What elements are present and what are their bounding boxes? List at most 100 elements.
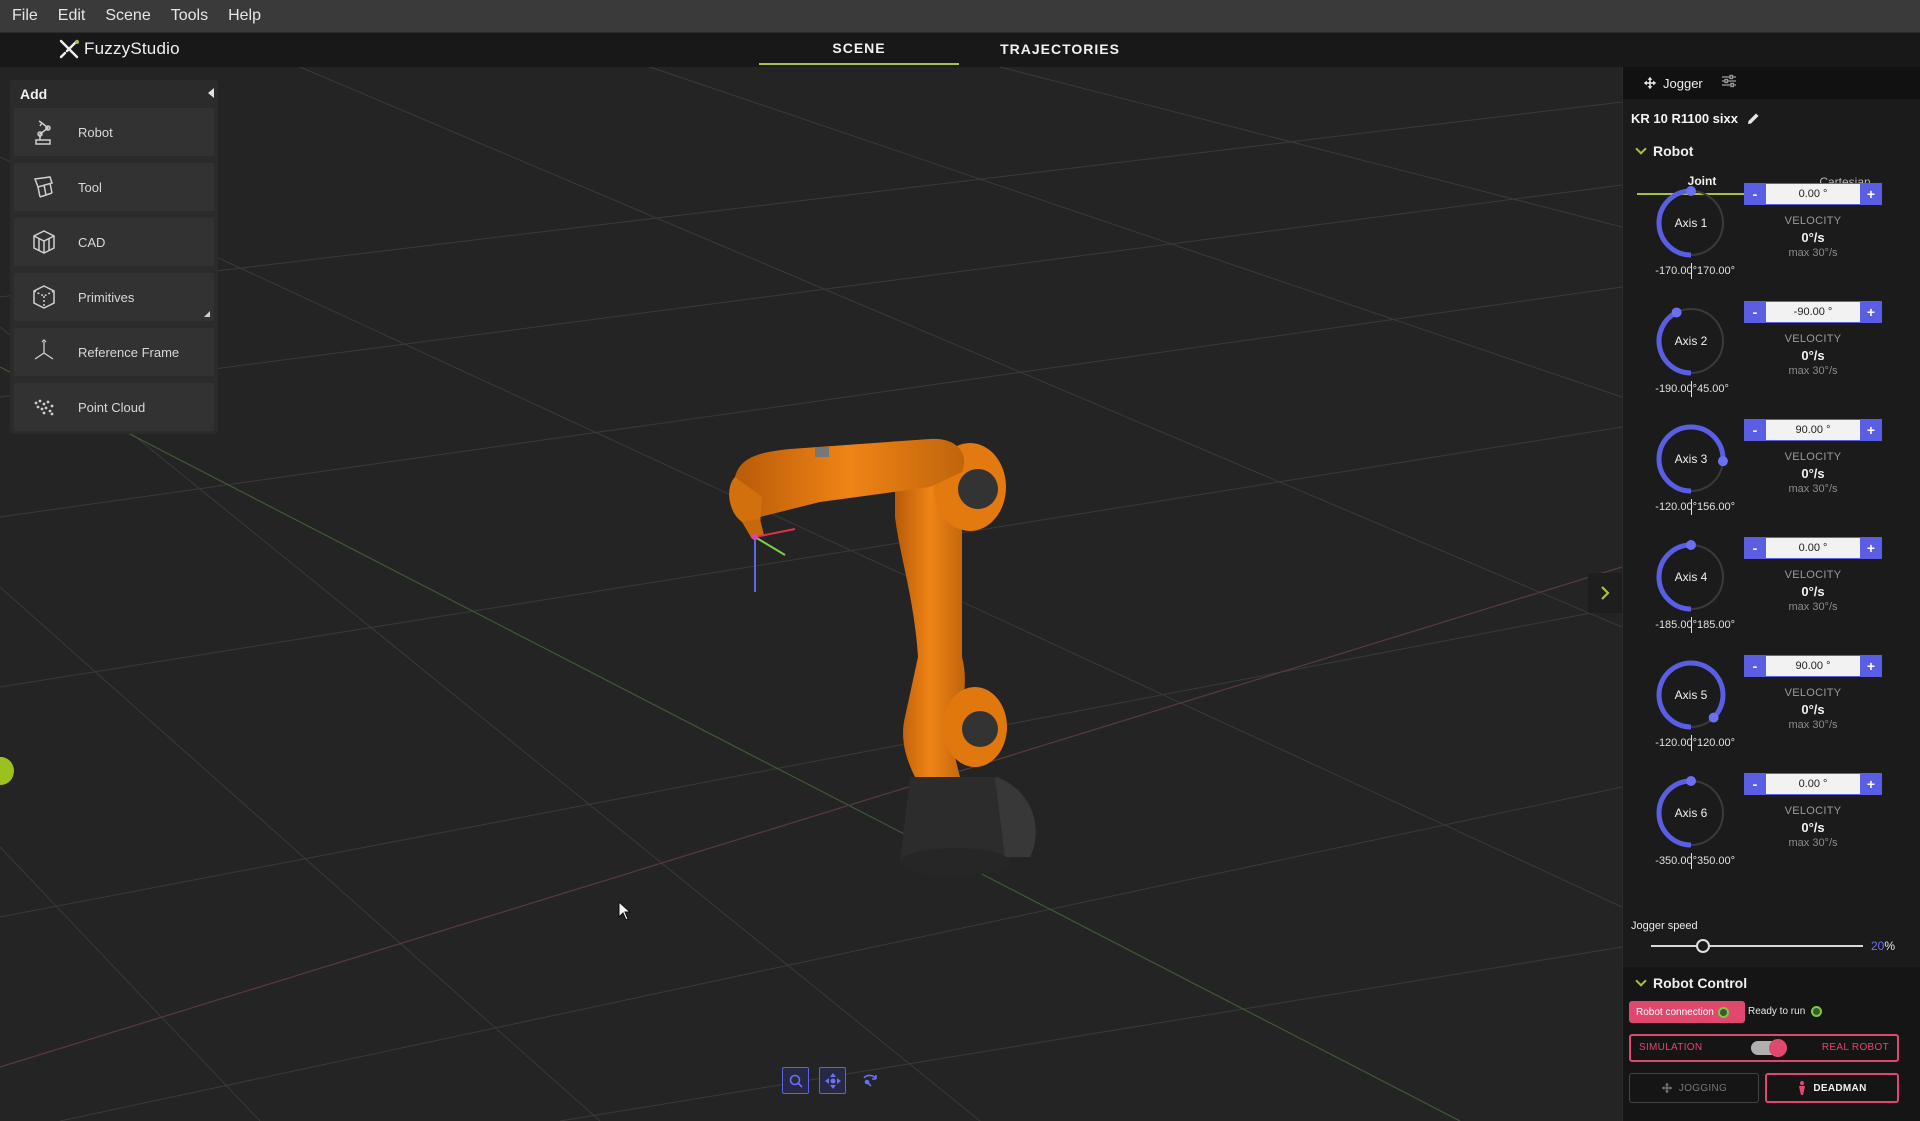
- axis-min-limit: -120.00°: [1655, 737, 1697, 749]
- robot-section-header[interactable]: Robot: [1635, 143, 1693, 159]
- robot-model[interactable]: [700, 357, 1060, 897]
- axis-max-limit: 45.00°: [1697, 383, 1729, 395]
- menu-edit[interactable]: Edit: [58, 7, 86, 25]
- tab-scene[interactable]: SCENE: [759, 33, 959, 65]
- pencil-icon[interactable]: [1746, 112, 1760, 126]
- orbit-icon: [862, 1074, 877, 1087]
- axis-increment-button[interactable]: +: [1860, 419, 1882, 441]
- axis-row: Axis 5 -120.00° 120.00° -90.00 ° + VELOCITY 0°…: [1623, 655, 1920, 775]
- right-panel-tabs: Jogger: [1623, 67, 1920, 99]
- primitives-cube-icon: [28, 281, 60, 313]
- jogger-speed-label: Jogger speed: [1631, 920, 1698, 932]
- axis-row: Axis 4 -185.00° 185.00° -0.00 ° + VELOCITY 0°/…: [1623, 537, 1920, 657]
- axis-increment-button[interactable]: +: [1860, 773, 1882, 795]
- axis-increment-button[interactable]: +: [1860, 183, 1882, 205]
- robot-control-header[interactable]: Robot Control: [1635, 975, 1747, 991]
- add-robot-button[interactable]: Robot: [14, 108, 214, 156]
- axis-limit-separator: [1691, 499, 1692, 515]
- robot-arm-icon: [28, 116, 60, 148]
- person-icon: [1799, 1081, 1806, 1095]
- add-reference-frame-button[interactable]: Reference Frame: [14, 328, 214, 376]
- menu-scene[interactable]: Scene: [105, 7, 150, 25]
- robot-connection-button[interactable]: Robot connection: [1629, 1001, 1745, 1023]
- axis-value-input[interactable]: 0.00 °: [1766, 537, 1860, 559]
- ready-to-run-label: Ready to run: [1748, 1006, 1806, 1017]
- move-arrows-icon: [824, 1072, 841, 1089]
- axis-decrement-button[interactable]: -: [1744, 773, 1766, 795]
- menu-tools[interactable]: Tools: [171, 7, 208, 25]
- velocity-max: max 30°/s: [1788, 837, 1838, 849]
- velocity-max: max 30°/s: [1788, 247, 1838, 259]
- axis-decrement-button[interactable]: -: [1744, 537, 1766, 559]
- collapse-left-icon[interactable]: [208, 88, 214, 98]
- pan-button[interactable]: [819, 1067, 846, 1094]
- axis-value-input[interactable]: 0.00 °: [1766, 773, 1860, 795]
- velocity-label: VELOCITY: [1784, 215, 1842, 227]
- menu-help[interactable]: Help: [228, 7, 261, 25]
- menu-bar: File Edit Scene Tools Help: [0, 0, 1920, 33]
- mouse-cursor: [618, 901, 632, 921]
- axis-value-input[interactable]: 90.00 °: [1766, 655, 1860, 677]
- axis-row: Axis 3 -120.00° 156.00° -90.00 ° + VELOCITY 0°…: [1623, 419, 1920, 539]
- axis-value-input[interactable]: 0.00 °: [1766, 183, 1860, 205]
- tab-jogger-label: Jogger: [1663, 75, 1703, 91]
- axis-decrement-button[interactable]: -: [1744, 655, 1766, 677]
- add-cad-button[interactable]: CAD: [14, 218, 214, 266]
- chevron-right-icon: [1601, 586, 1610, 600]
- simulation-real-switch[interactable]: SIMULATION REAL ROBOT: [1629, 1034, 1899, 1062]
- move-arrows-icon: [1661, 1082, 1673, 1094]
- add-panel: Add Robot Tool CAD Primitives Reference …: [10, 80, 218, 434]
- axis-decrement-button[interactable]: -: [1744, 301, 1766, 323]
- cad-cube-icon: [28, 226, 60, 258]
- add-tool-label: Tool: [78, 179, 102, 195]
- axis-value-stepper: -0.00 ° +: [1744, 537, 1882, 559]
- mode-toggle-knob[interactable]: [1769, 1039, 1787, 1057]
- expand-corner-icon[interactable]: [204, 311, 210, 317]
- app-logo-text: FuzzyStudio: [84, 39, 180, 58]
- axis-increment-button[interactable]: +: [1860, 537, 1882, 559]
- axis-increment-button[interactable]: +: [1860, 301, 1882, 323]
- axis-max-limit: 185.00°: [1697, 619, 1736, 631]
- tab-jogger[interactable]: Jogger: [1643, 76, 1703, 91]
- orbit-button[interactable]: [856, 1067, 883, 1094]
- menu-file[interactable]: File: [12, 7, 38, 25]
- axis-name: Axis 3: [1674, 452, 1708, 466]
- axis-value-input[interactable]: -90.00 °: [1766, 301, 1860, 323]
- sliders-icon: [1721, 74, 1736, 87]
- velocity-value: 0°/s: [1801, 702, 1825, 717]
- add-panel-title: Add: [20, 86, 48, 102]
- reference-frame-icon: [28, 336, 60, 368]
- real-robot-label: REAL ROBOT: [1821, 1042, 1889, 1053]
- jogging-button[interactable]: JOGGING: [1629, 1073, 1759, 1103]
- jogger-speed-track[interactable]: [1651, 945, 1863, 947]
- deadman-button[interactable]: DEADMAN: [1765, 1073, 1899, 1103]
- jogger-speed-number: 20: [1871, 939, 1885, 953]
- tab-settings[interactable]: [1721, 74, 1737, 93]
- add-point-cloud-button[interactable]: Point Cloud: [14, 383, 214, 431]
- zoom-button[interactable]: [782, 1067, 809, 1094]
- axis-value-input[interactable]: 90.00 °: [1766, 419, 1860, 441]
- axis-decrement-button[interactable]: -: [1744, 183, 1766, 205]
- scene-viewport[interactable]: Add Robot Tool CAD Primitives Reference …: [0, 67, 1622, 1121]
- jogger-speed-slider-thumb[interactable]: [1696, 939, 1711, 953]
- axis-name: Axis 6: [1674, 806, 1708, 820]
- chevron-down-icon: [1635, 975, 1647, 987]
- velocity-label: VELOCITY: [1784, 687, 1842, 699]
- add-tool-button[interactable]: Tool: [14, 163, 214, 211]
- axis-decrement-button[interactable]: -: [1744, 419, 1766, 441]
- axis-name: Axis 4: [1674, 570, 1708, 584]
- axis-increment-button[interactable]: +: [1860, 655, 1882, 677]
- axis-row: Axis 2 -190.00° 45.00° - -90.00 ° + VELOCITY 0°…: [1623, 301, 1920, 421]
- velocity-max: max 30°/s: [1788, 365, 1838, 377]
- axis-min-limit: -350.00°: [1655, 855, 1697, 867]
- move-arrows-icon: [1643, 76, 1657, 90]
- add-robot-label: Robot: [78, 124, 113, 140]
- jogger-speed-value: 20%: [1871, 939, 1895, 953]
- axis-min-limit: -190.00°: [1655, 383, 1697, 395]
- axis-value-stepper: -0.00 ° +: [1744, 773, 1882, 795]
- tab-trajectories[interactable]: TRAJECTORIES: [960, 33, 1160, 65]
- expand-right-panel-button[interactable]: [1588, 573, 1622, 613]
- magnifier-icon: [789, 1074, 803, 1088]
- mode-toggle[interactable]: [1751, 1039, 1787, 1057]
- add-primitives-button[interactable]: Primitives: [14, 273, 214, 321]
